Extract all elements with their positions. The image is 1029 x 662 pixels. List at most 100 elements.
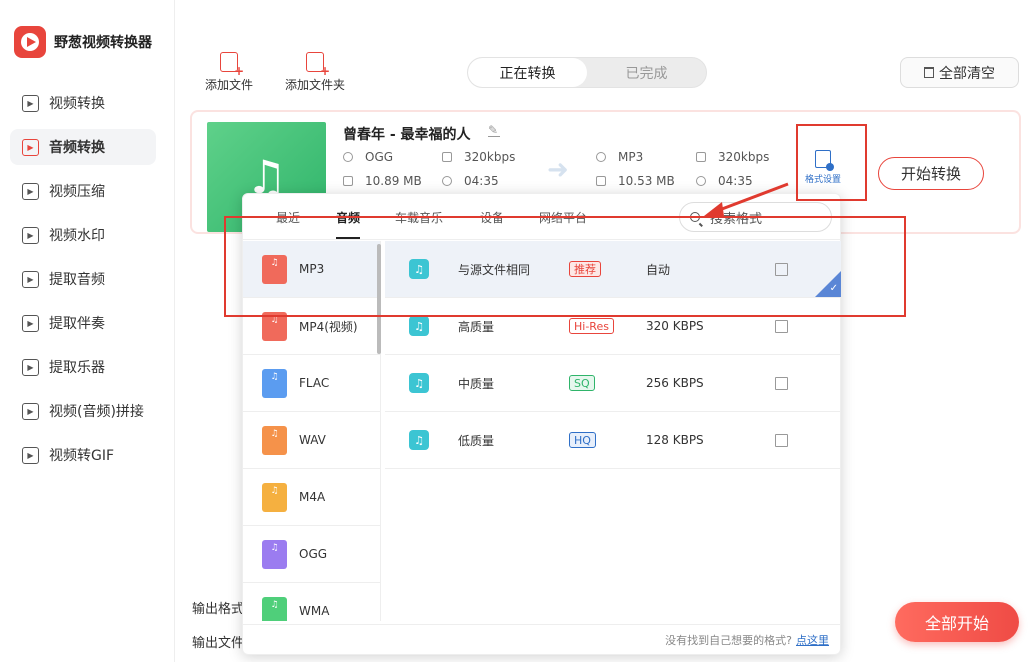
source-bitrate-value: 320kbps	[464, 150, 516, 164]
sidebar-item-0[interactable]: ▶ 视频转换	[10, 85, 156, 121]
quality-value: 128 KBPS	[646, 433, 704, 447]
app-window: 野葱视频转换器 ▶ 视频转换 ▶ 音频转换 ▶ 视频压缩 ▶ 视频水印 ▶ 提取音频 ▶ 提取伴奏 ▶ 提…	[0, 0, 1029, 662]
sidebar-item-2[interactable]: ▶ 视频压缩	[10, 173, 156, 209]
sidebar-item-4[interactable]: ▶ 提取音频	[10, 261, 156, 297]
edit-icon[interactable]	[775, 376, 788, 390]
quality-badge: SQ	[569, 375, 595, 391]
edit-icon[interactable]	[775, 433, 788, 447]
quality-value: 320 KBPS	[646, 319, 704, 333]
quality-badge: HQ	[569, 432, 596, 448]
source-bitrate: 320kbps	[442, 150, 515, 164]
app-logo: 野葱视频转换器	[14, 26, 152, 58]
audio-file-icon	[262, 482, 287, 512]
source-size: 10.89 MB	[343, 174, 422, 188]
audio-file-icon	[262, 539, 287, 569]
extract-audio-icon: ▶	[22, 270, 39, 288]
source-size-value: 10.89 MB	[365, 174, 422, 188]
start-all-button[interactable]: 全部开始	[895, 602, 1019, 642]
file-size-icon	[596, 176, 606, 186]
annotation-arrow	[704, 182, 789, 216]
sidebar-item-label: 视频压缩	[49, 184, 105, 200]
format-item[interactable]: M4A	[243, 469, 380, 526]
sidebar-item-3[interactable]: ▶ 视频水印	[10, 217, 156, 253]
target-format-value: MP3	[618, 150, 644, 164]
merge-icon: ▶	[22, 402, 39, 420]
audio-file-icon	[262, 596, 287, 621]
format-item-label: FLAC	[299, 376, 330, 390]
tab-done[interactable]: 已完成	[587, 58, 706, 87]
file-title: 曾春年 - 最幸福的人	[343, 127, 471, 143]
sidebar: 野葱视频转换器 ▶ 视频转换 ▶ 音频转换 ▶ 视频压缩 ▶ 视频水印 ▶ 提取音频 ▶ 提取伴奏 ▶ 提…	[0, 0, 175, 662]
format-item-label: MP4(视频)	[299, 319, 358, 334]
output-format-label: 输出格式	[192, 602, 245, 617]
conversion-tabs: 正在转换 已完成	[467, 57, 707, 88]
target-size: 10.53 MB	[596, 174, 675, 188]
sidebar-item-7[interactable]: ▶ 视频(音频)拼接	[10, 393, 156, 429]
add-folder-icon	[306, 52, 330, 78]
sidebar-item-label: 提取伴奏	[49, 316, 105, 332]
file-size-icon	[343, 176, 353, 186]
sidebar-item-label: 提取乐器	[49, 360, 105, 376]
annotation-box-format-settings	[796, 124, 867, 201]
audio-file-icon	[262, 425, 287, 455]
video-compress-icon: ▶	[22, 182, 39, 200]
music-note-icon: ♫	[409, 430, 429, 450]
tab-converting[interactable]: 正在转换	[468, 58, 587, 87]
format-icon	[343, 152, 353, 162]
annotation-box-mp3-row	[224, 216, 906, 317]
add-file-label: 添加文件	[205, 78, 254, 92]
sidebar-item-label: 视频转GIF	[49, 448, 115, 464]
quality-value: 256 KBPS	[646, 376, 704, 390]
sidebar-item-label: 视频(音频)拼接	[49, 404, 144, 420]
extract-accompaniment-icon: ▶	[22, 314, 39, 332]
quality-badge: Hi-Res	[569, 318, 614, 334]
clock-icon	[442, 176, 452, 186]
audio-convert-icon: ▶	[22, 138, 39, 156]
target-format: MP3	[596, 150, 643, 164]
target-size-value: 10.53 MB	[618, 174, 675, 188]
sidebar-item-label: 音频转换	[49, 140, 105, 156]
clear-all-label: 全部清空	[939, 65, 995, 82]
source-duration-value: 04:35	[464, 174, 499, 188]
format-item[interactable]: WAV	[243, 412, 380, 469]
sidebar-item-6[interactable]: ▶ 提取乐器	[10, 349, 156, 385]
quality-name: 低质量	[458, 433, 495, 448]
music-note-icon: ♫	[409, 373, 429, 393]
footer-text: 没有找到自己想要的格式?	[665, 633, 792, 647]
edit-icon[interactable]	[775, 319, 788, 333]
output-file-label: 输出文件	[192, 636, 245, 651]
source-duration: 04:35	[442, 174, 499, 188]
format-item[interactable]: WMA	[243, 583, 380, 621]
bitrate-icon	[696, 152, 706, 162]
format-item[interactable]: FLAC	[243, 355, 380, 412]
source-format-value: OGG	[365, 150, 394, 164]
add-folder-button[interactable]: 添加文件夹	[285, 52, 345, 93]
sidebar-nav: ▶ 视频转换 ▶ 音频转换 ▶ 视频压缩 ▶ 视频水印 ▶ 提取音频 ▶ 提取伴奏 ▶ 提取乐器 ▶ 视频(音…	[10, 85, 156, 481]
popup-footer: 没有找到自己想要的格式? 点这里	[243, 624, 840, 654]
format-item-label: M4A	[299, 490, 326, 504]
sidebar-item-1[interactable]: ▶ 音频转换	[10, 129, 156, 165]
add-file-icon	[220, 52, 244, 78]
add-file-button[interactable]: 添加文件	[205, 52, 253, 93]
target-bitrate: 320kbps	[696, 150, 769, 164]
rename-icon[interactable]: ✎	[488, 124, 500, 137]
music-note-icon: ♫	[409, 316, 429, 336]
format-item[interactable]: OGG	[243, 526, 380, 583]
logo-icon	[14, 26, 46, 58]
source-format: OGG	[343, 150, 393, 164]
video-convert-icon: ▶	[22, 94, 39, 112]
quality-row[interactable]: ♫ 中质量 SQ 256 KBPS	[385, 355, 841, 412]
quality-row[interactable]: ♫ 低质量 HQ 128 KBPS	[385, 412, 841, 469]
sidebar-item-5[interactable]: ▶ 提取伴奏	[10, 305, 156, 341]
extract-instrument-icon: ▶	[22, 358, 39, 376]
arrow-right-icon: ➜	[547, 155, 569, 185]
start-convert-button[interactable]: 开始转换	[878, 157, 984, 190]
footer-link[interactable]: 点这里	[796, 632, 829, 648]
sidebar-item-8[interactable]: ▶ 视频转GIF	[10, 437, 156, 473]
trash-icon	[924, 67, 934, 78]
clear-all-button[interactable]: 全部清空	[900, 57, 1019, 88]
sidebar-item-label: 视频水印	[49, 228, 105, 244]
quality-name: 中质量	[458, 376, 495, 391]
sidebar-item-label: 提取音频	[49, 272, 105, 288]
app-name: 野葱视频转换器	[54, 35, 152, 51]
